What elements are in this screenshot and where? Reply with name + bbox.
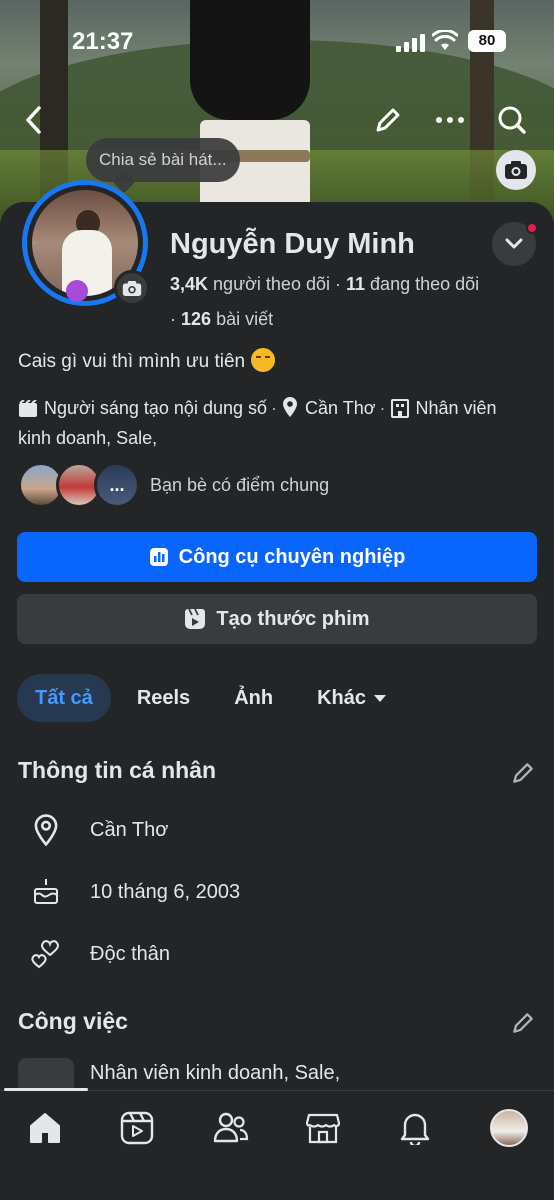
dashboard-icon — [149, 548, 168, 566]
search-button[interactable] — [492, 100, 532, 140]
work-job-text: Nhân viên kinh doanh, Sale, — [90, 1062, 341, 1084]
tab-more[interactable]: Khác — [299, 674, 404, 722]
tab-more-label: Khác — [317, 686, 366, 709]
nav-profile-avatar — [490, 1109, 528, 1147]
more-icon — [436, 117, 464, 123]
cover-person — [190, 0, 310, 120]
info-relationship-text: Độc thân — [90, 942, 171, 965]
change-cover-button[interactable] — [496, 150, 536, 190]
bottom-navigation — [0, 1088, 554, 1200]
location-icon — [281, 396, 299, 425]
search-icon — [498, 106, 526, 134]
post-stats: · 126 bài viết — [170, 309, 274, 329]
following-count[interactable]: 11 — [346, 274, 365, 294]
follow-stats: 3,4K người theo dõi · 11 đang theo dõi — [170, 274, 480, 294]
location-icon — [24, 808, 68, 852]
personal-info-title: Thông tin cá nhân — [18, 757, 217, 783]
nav-video[interactable] — [114, 1105, 160, 1151]
friends-icon — [213, 1112, 249, 1143]
battery-indicator: 80 — [468, 30, 506, 52]
wifi-icon — [431, 28, 459, 52]
nav-profile[interactable] — [486, 1105, 532, 1151]
marketplace-icon — [306, 1113, 340, 1144]
home-icon — [30, 1113, 60, 1143]
active-tab-indicator — [4, 1088, 88, 1091]
info-location-text: Cần Thơ — [90, 818, 169, 841]
camera-icon — [122, 280, 142, 296]
cellular-signal-icon — [396, 34, 425, 52]
status-bar: 21:37 80 — [0, 24, 554, 60]
posts-count: 126 — [181, 309, 212, 329]
category-text: Người sáng tạo nội dung số — [44, 398, 267, 418]
nav-friends[interactable] — [208, 1105, 254, 1151]
caret-down-icon — [373, 694, 386, 702]
pencil-icon — [376, 108, 400, 132]
kissing-emoji-icon — [251, 348, 276, 372]
nav-home[interactable] — [22, 1105, 68, 1151]
pencil-icon — [513, 1013, 533, 1033]
followers-label[interactable]: người theo dõi — [213, 274, 330, 294]
creator-icon — [18, 399, 38, 425]
more-button[interactable] — [430, 100, 470, 140]
mutual-friends[interactable]: ... Bạn bè có điểm chung — [18, 462, 329, 508]
info-row-location: Cần Thơ — [24, 808, 534, 852]
avatar-story-badge — [66, 280, 88, 302]
back-button[interactable] — [14, 100, 54, 140]
location-text: Cần Thơ — [305, 398, 376, 418]
video-icon — [120, 1111, 154, 1145]
professional-tools-label: Công cụ chuyên nghiệp — [178, 545, 406, 568]
edit-personal-info-button[interactable] — [508, 758, 538, 788]
bio-text: Cais gì vui thì mình ưu tiên — [18, 351, 246, 372]
job-inline-text-2: kinh doanh, Sale, — [18, 428, 158, 448]
profile-tabs: Tất cả Reels Ảnh Khác — [17, 674, 412, 722]
info-row-relationship: Độc thân — [24, 932, 534, 976]
chevron-left-icon — [26, 106, 41, 134]
nav-notifications[interactable] — [392, 1105, 438, 1151]
edit-profile-button[interactable] — [368, 100, 408, 140]
share-song-bubble[interactable]: Chia sẻ bài hát... — [86, 138, 240, 182]
profile-bio: Cais gì vui thì mình ưu tiên — [18, 348, 276, 373]
more-friends-avatar: ... — [94, 462, 140, 508]
professional-tools-button[interactable]: Công cụ chuyên nghiệp — [17, 532, 537, 582]
create-reel-label: Tạo thước phim — [216, 607, 370, 630]
birthday-cake-icon — [24, 870, 68, 914]
bell-icon — [400, 1113, 430, 1145]
mutual-friends-label: Bạn bè có điểm chung — [150, 474, 330, 495]
create-reel-button[interactable]: Tạo thước phim — [17, 594, 537, 644]
profile-details: Người sáng tạo nội dung số · Cần Thơ · Nhân … — [18, 396, 497, 448]
info-birthday-text: 10 tháng 6, 2003 — [90, 880, 241, 903]
following-label[interactable]: đang theo dõi — [370, 274, 479, 294]
chevron-down-icon — [505, 238, 523, 249]
info-row-birthday: 10 tháng 6, 2003 — [24, 870, 534, 914]
status-time: 21:37 — [72, 28, 134, 55]
profile-name: Nguyễn Duy Minh — [170, 228, 415, 260]
posts-label: bài viết — [216, 309, 274, 329]
reel-icon — [185, 608, 206, 629]
change-avatar-button[interactable] — [114, 270, 150, 306]
work-title: Công việc — [18, 1008, 128, 1034]
pencil-icon — [513, 763, 533, 783]
hearts-icon — [24, 932, 68, 976]
tab-all[interactable]: Tất cả — [17, 674, 111, 722]
camera-icon — [505, 161, 527, 179]
building-icon — [390, 398, 410, 425]
edit-work-button[interactable] — [508, 1008, 538, 1038]
tab-reels[interactable]: Reels — [119, 674, 208, 722]
followers-count[interactable]: 3,4K — [170, 274, 208, 294]
nav-marketplace[interactable] — [300, 1105, 346, 1151]
notification-dot — [526, 222, 538, 234]
tab-photos[interactable]: Ảnh — [216, 674, 291, 722]
job-inline-text-1: Nhân viên — [415, 398, 497, 418]
